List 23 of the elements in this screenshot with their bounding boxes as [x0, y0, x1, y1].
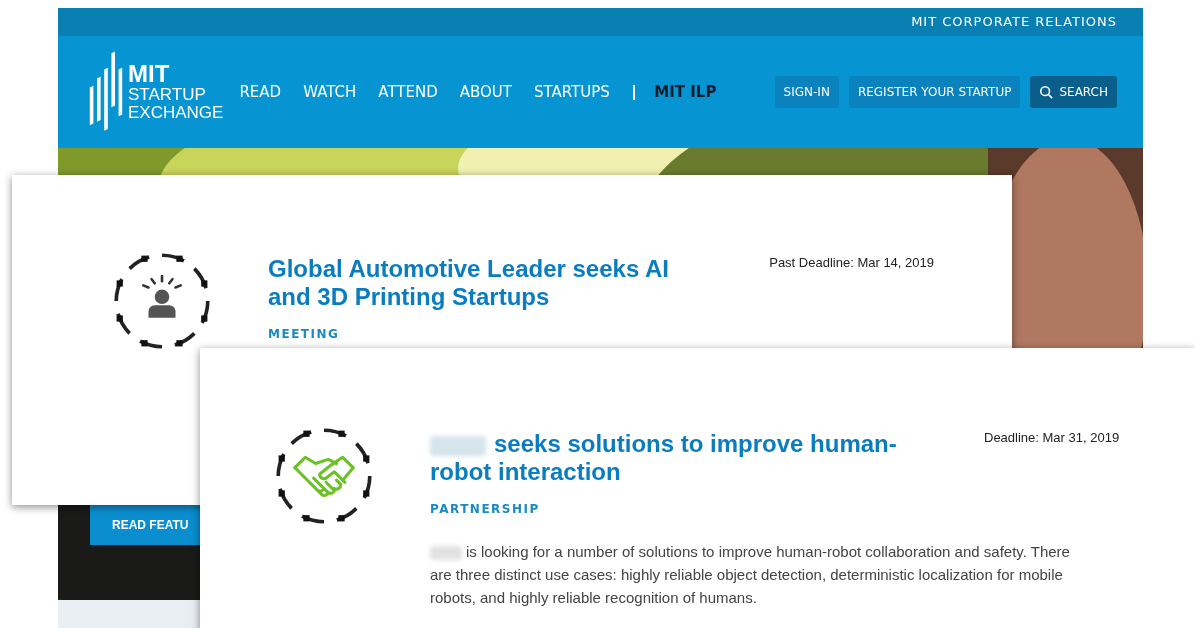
nav-link[interactable]: WATCH	[303, 80, 357, 104]
nav-link[interactable]: ABOUT	[459, 80, 512, 104]
description: is looking for a number of solutions to improve human-robot collaboration and safety. There are three distinct use cases: highly reliable object detection, deterministic localization for mobile robots, and highly reliable recognition of humans.	[430, 542, 1071, 608]
card-title[interactable]: Global Automotive Leader seeks AI and 3D Printing Startups	[268, 255, 716, 311]
search-icon	[1039, 85, 1054, 99]
top-bar-link[interactable]: MIT CORPORATE RELATIONS	[911, 12, 1117, 32]
nav-link[interactable]: MIT ILP	[654, 80, 717, 104]
search-button[interactable]: SEARCH	[1030, 76, 1117, 108]
card-title[interactable]: seeks solutions to improve human-robot interaction	[430, 430, 930, 486]
read-feature-button[interactable]: READ FEATU	[90, 505, 200, 545]
nav-separator: |	[631, 82, 637, 102]
logo-text: STARTUP	[128, 86, 207, 104]
logo-text: MIT	[128, 62, 171, 86]
deadline: Past Deadline: Mar 14, 2019	[769, 254, 934, 272]
nav-link[interactable]: STARTUPS	[533, 80, 610, 104]
nav-link[interactable]: READ	[239, 80, 282, 104]
category-label: MEETING	[268, 326, 341, 343]
deadline: Deadline: Mar 31, 2019	[984, 429, 1120, 447]
logo-text: EXCHANGE	[128, 104, 224, 122]
header-button[interactable]: REGISTER YOUR STARTUP	[848, 76, 1021, 108]
category-label: PARTNERSHIP	[430, 501, 541, 518]
header-button[interactable]: SIGN-IN	[774, 76, 839, 108]
nav-link[interactable]: ATTEND	[378, 80, 438, 104]
